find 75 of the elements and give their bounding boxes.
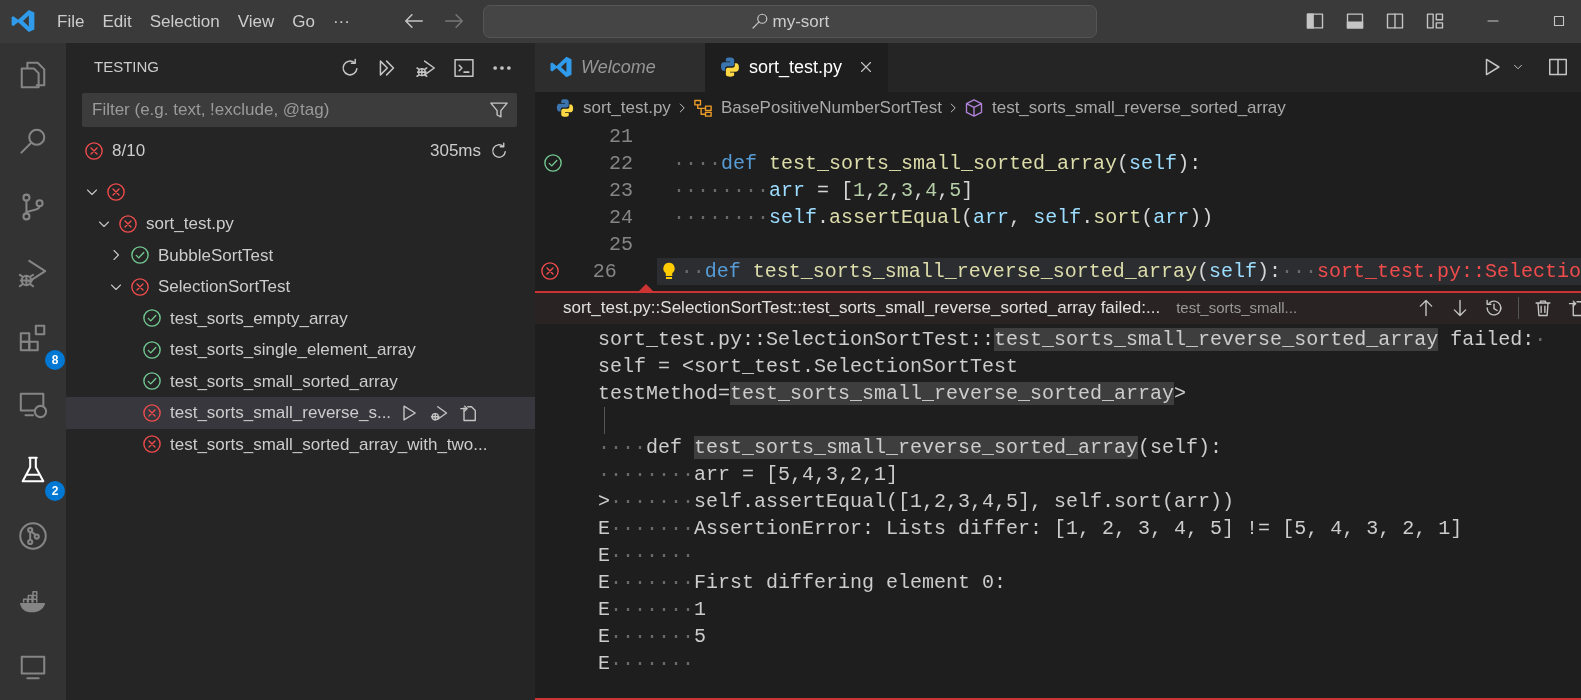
tree-item[interactable]: test_sorts_small_reverse_s... (66, 397, 535, 429)
menu-item[interactable]: ··· (323, 4, 359, 38)
output-line: ········arr = [5,4,3,2,1] (598, 462, 899, 486)
panel-layout-icon[interactable] (1345, 11, 1365, 32)
output-line: E·······First differing element 0: (598, 570, 1007, 594)
search-icon (750, 12, 769, 31)
panel-title: TESTING (94, 57, 159, 78)
tree-item[interactable]: BubbleSortTest (66, 239, 535, 272)
line-number: 25 (608, 231, 633, 258)
rerun-icon[interactable] (489, 140, 509, 161)
menu-item[interactable]: Selection (140, 4, 229, 38)
vscode-logo-icon (10, 8, 36, 35)
output-line: self = <sort_test.SelectionSortTest (598, 354, 1019, 378)
custom-layout-icon[interactable] (1425, 11, 1445, 32)
history-icon[interactable] (1484, 298, 1504, 319)
code-line: ········arr = [1,2,3,4,5] (673, 177, 974, 204)
peek-title: sort_test.py::SelectionSortTest::test_sorts_small_reverse_sorted_array failed:... (563, 297, 1161, 320)
output-line: E·······AssertionError: Lists differ: [1, 2, 3, 4, 5] != [5, 4, 3, 2, 1] (598, 516, 1463, 540)
go-to-file-icon[interactable] (1567, 298, 1581, 319)
menu-item[interactable]: Go (283, 4, 324, 38)
editor-tab[interactable]: Welcome (535, 42, 705, 92)
run-debug-icon[interactable] (18, 257, 48, 288)
code-line: ········self.assertEqual(arr, self.sort(arr)) (673, 204, 1214, 231)
class-icon (692, 98, 713, 119)
filter-box[interactable]: Filter (e.g. text, !exclude, @tag) (82, 92, 517, 127)
line-number: 24 (608, 204, 633, 231)
peek-subtitle: test_sorts_small... (1176, 297, 1298, 318)
trash-icon[interactable] (1533, 298, 1553, 319)
breadcrumb-item[interactable]: BasePositiveNumberSortTest (720, 95, 942, 121)
python-icon (719, 56, 741, 79)
test-duration: 305ms (429, 139, 481, 162)
branch-circle-icon[interactable] (18, 520, 48, 551)
sidebar-layout-icon[interactable] (1305, 11, 1325, 32)
vscode-logo-icon (549, 55, 573, 80)
count-badge: 2 (45, 481, 65, 502)
output-line: E·······1 (598, 597, 707, 621)
tree-item[interactable]: test_sorts_empty_array (66, 302, 535, 335)
code-line: ····def test_sorts_small_sorted_array(self): (673, 150, 1202, 177)
output-line: E······· (598, 651, 695, 675)
test-count: 8/10 (112, 139, 146, 162)
output-line: testMethod=test_sorts_small_reverse_sorted_array> (598, 381, 1187, 405)
line-number: 23 (608, 177, 633, 204)
extensions-icon[interactable] (18, 323, 48, 354)
fail-icon[interactable] (540, 261, 560, 282)
tree-item[interactable]: SelectionSortTest (66, 271, 535, 303)
code-line: ··def test_sorts_small_reverse_sorted_array(self):···sort_test.py::Selectio (680, 258, 1581, 285)
menu-item[interactable]: View (228, 4, 284, 38)
line-number: 21 (608, 123, 633, 150)
refresh-icon[interactable] (339, 56, 361, 79)
tree-item[interactable]: test_sorts_single_element_array (66, 334, 535, 366)
command-center-search[interactable]: my-sort (482, 4, 1097, 38)
output-line: E······· (598, 543, 695, 567)
menu-item[interactable]: File (48, 4, 94, 38)
filter-icon[interactable] (489, 99, 509, 120)
output-line: sort_test.py::SelectionSortTest::test_sorts_small_reverse_sorted_array failed:· (598, 327, 1547, 351)
terminal-icon[interactable] (453, 56, 475, 79)
breadcrumb-item[interactable]: test_sorts_small_reverse_sorted_array (991, 95, 1286, 121)
output-line: >·······self.assertEqual([1,2,3,4,5], self.sort(arr)) (598, 489, 1235, 513)
output-line: E·······5 (598, 624, 707, 648)
tree-item[interactable]: test_sorts_small_sorted_array_with_two... (66, 428, 535, 461)
search-icon[interactable] (18, 126, 48, 157)
breadcrumb-item[interactable]: sort_test.py (583, 95, 671, 121)
tree-item[interactable]: sort_test.py (66, 208, 535, 240)
split-layout-icon[interactable] (1385, 11, 1405, 32)
python-icon (555, 98, 575, 119)
count-badge: 8 (45, 349, 65, 370)
pass-icon[interactable] (543, 153, 563, 174)
filter-field[interactable]: Filter (e.g. text, !exclude, @tag) (90, 95, 489, 124)
cube-icon (963, 98, 984, 119)
tree-item[interactable]: test_sorts_small_sorted_array (66, 365, 535, 398)
line-number: 26 (591, 258, 617, 285)
menu-item[interactable]: Edit (93, 4, 141, 38)
editor-tab[interactable]: sort_test.py (705, 42, 889, 92)
files-icon[interactable] (18, 60, 48, 91)
line-number: 22 (608, 150, 633, 177)
